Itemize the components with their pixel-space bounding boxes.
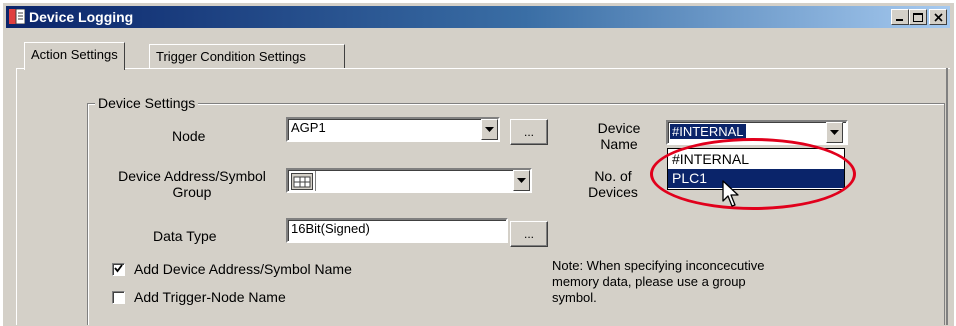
device-address-dropdown-button[interactable] — [513, 170, 530, 191]
node-value: AGP1 — [291, 120, 326, 135]
device-name-dropdown-button[interactable] — [826, 122, 843, 143]
tab-action-settings[interactable]: Action Settings — [24, 42, 125, 70]
address-table-icon[interactable] — [291, 173, 313, 193]
minimize-icon[interactable] — [891, 9, 909, 25]
device-address-combobox[interactable] — [286, 168, 532, 193]
node-browse-button[interactable]: ... — [510, 119, 548, 145]
data-type-browse-button[interactable]: ... — [510, 221, 548, 247]
highlight-oval — [650, 138, 856, 210]
maximize-icon[interactable] — [909, 9, 927, 25]
data-type-label: Data Type — [153, 228, 217, 244]
data-type-field[interactable]: 16Bit(Signed) — [286, 218, 508, 243]
add-trigger-node-label[interactable]: Add Trigger-Node Name — [134, 289, 286, 305]
node-label: Node — [172, 128, 206, 144]
node-combobox[interactable]: AGP1 — [286, 117, 500, 142]
add-trigger-node-checkbox[interactable] — [112, 291, 125, 304]
tab-trigger-condition-settings[interactable]: Trigger Condition Settings — [149, 44, 345, 69]
note-text: Note: When specifying inconcecutive memo… — [552, 258, 765, 305]
panel-border — [946, 68, 948, 325]
app-icon — [9, 8, 26, 25]
window-title: Device Logging — [29, 9, 134, 25]
add-device-address-checkbox[interactable] — [112, 263, 125, 276]
data-type-value: 16Bit(Signed) — [291, 221, 370, 236]
no-of-devices-label: No. of Devices — [588, 168, 638, 200]
mouse-cursor-icon — [722, 180, 740, 211]
add-device-address-label[interactable]: Add Device Address/Symbol Name — [134, 261, 352, 277]
title-bar[interactable] — [6, 6, 950, 28]
close-icon[interactable] — [929, 9, 947, 25]
device-name-label: Device Name — [597, 120, 641, 152]
node-dropdown-button[interactable] — [481, 119, 498, 140]
group-title: Device Settings — [95, 95, 199, 111]
device-address-label: Device Address/Symbol Group — [118, 168, 266, 200]
device-name-value: #INTERNAL — [670, 124, 746, 139]
